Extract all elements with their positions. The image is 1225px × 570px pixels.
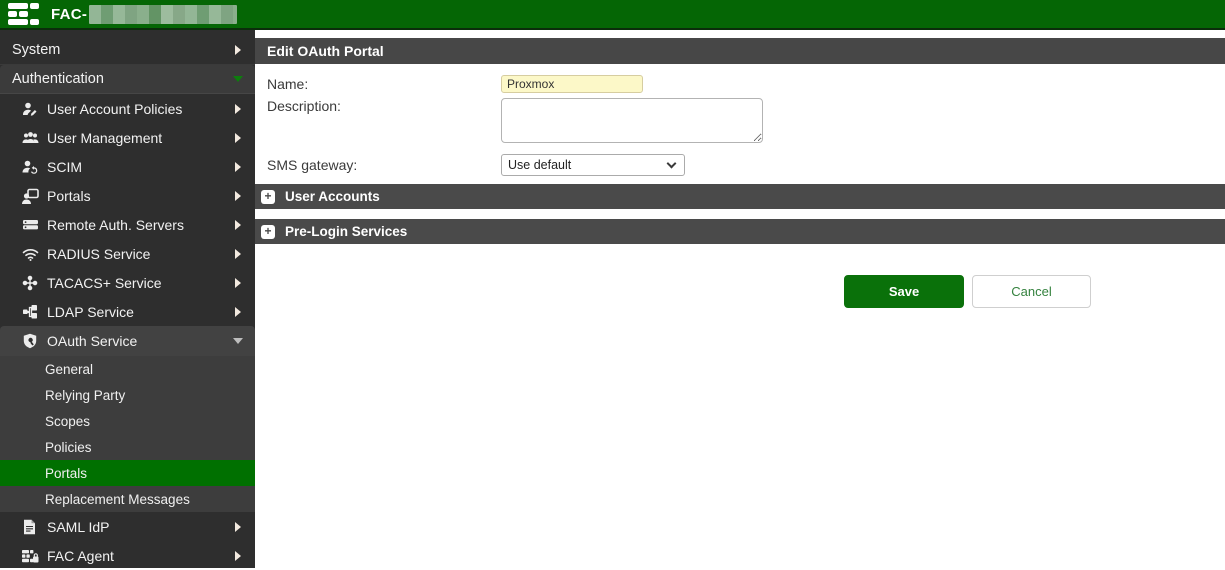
sidebar-item-label: FAC Agent	[47, 548, 114, 564]
servers-icon	[22, 217, 40, 233]
description-label: Description:	[267, 98, 501, 114]
description-textarea[interactable]	[501, 98, 763, 143]
sidebar-item-scim[interactable]: SCIM	[0, 152, 255, 181]
chevron-right-icon	[235, 220, 241, 230]
sidebar-item-oauth-replacement-messages[interactable]: Replacement Messages	[0, 486, 255, 512]
sidebar-item-label: TACACS+ Service	[47, 275, 162, 291]
sidebar-item-label: Portals	[47, 188, 91, 204]
sidebar-item-user-account-policies[interactable]: User Account Policies	[0, 94, 255, 123]
sidebar-item-authentication[interactable]: Authentication	[0, 65, 255, 94]
sidebar-item-fac-agent[interactable]: FAC Agent	[0, 541, 255, 570]
form-actions: Save Cancel	[255, 275, 1225, 308]
oauth-portal-form: Name: Description: SMS gateway: Use defa…	[255, 64, 1225, 176]
chevron-right-icon	[235, 249, 241, 259]
section-pre-login-services[interactable]: + Pre-Login Services	[255, 219, 1225, 244]
expand-plus-icon[interactable]: +	[261, 190, 275, 204]
sms-gateway-select[interactable]: Use default	[501, 154, 685, 176]
chevron-right-icon	[235, 307, 241, 317]
chevron-right-icon	[235, 162, 241, 172]
sidebar-item-label: OAuth Service	[47, 333, 137, 349]
sidebar-item-oauth-relying-party[interactable]: Relying Party	[0, 382, 255, 408]
sidebar-item-label: Remote Auth. Servers	[47, 217, 184, 233]
save-button[interactable]: Save	[844, 275, 964, 308]
sidebar-item-label: SCIM	[47, 159, 82, 175]
device-name-prefix: FAC-	[51, 6, 87, 23]
sidebar-nav: System Authentication User Account Polic…	[0, 30, 255, 568]
chevron-right-icon	[235, 104, 241, 114]
user-sync-icon	[22, 159, 40, 175]
main-content: Edit OAuth Portal Name: Description: SMS…	[255, 30, 1225, 568]
sidebar-item-oauth-scopes[interactable]: Scopes	[0, 408, 255, 434]
sidebar-item-ldap-service[interactable]: LDAP Service	[0, 297, 255, 326]
sidebar-item-oauth-service[interactable]: OAuth Service	[0, 326, 255, 356]
section-label: Pre-Login Services	[285, 224, 407, 239]
sidebar-item-label: User Account Policies	[47, 101, 182, 117]
sidebar-item-label: RADIUS Service	[47, 246, 150, 262]
chevron-right-icon	[235, 522, 241, 532]
cancel-button[interactable]: Cancel	[972, 275, 1091, 308]
oauth-submenu: General Relying Party Scopes Policies Po…	[0, 356, 255, 512]
section-label: User Accounts	[285, 189, 380, 204]
sidebar-item-label: User Management	[47, 130, 162, 146]
sidebar-item-label: LDAP Service	[47, 304, 134, 320]
sms-gateway-label: SMS gateway:	[267, 157, 501, 173]
sidebar-item-oauth-general[interactable]: General	[0, 356, 255, 382]
sidebar-item-label: Policies	[45, 440, 92, 455]
tree-icon	[22, 304, 40, 320]
shield-key-icon	[22, 333, 40, 349]
sidebar-item-label: Portals	[45, 466, 87, 481]
chevron-right-icon	[235, 551, 241, 561]
sidebar-item-system[interactable]: System	[0, 36, 255, 65]
user-edit-icon	[22, 101, 40, 117]
sidebar-item-label: Authentication	[12, 71, 104, 87]
page-title: Edit OAuth Portal	[267, 43, 384, 59]
app-header: FAC-	[0, 0, 1225, 30]
sidebar-item-oauth-portals[interactable]: Portals	[0, 460, 255, 486]
sidebar-item-user-management[interactable]: User Management	[0, 123, 255, 152]
chevron-right-icon	[235, 278, 241, 288]
sidebar-item-radius-service[interactable]: RADIUS Service	[0, 239, 255, 268]
expand-plus-icon[interactable]: +	[261, 225, 275, 239]
sidebar-item-label: SAML IdP	[47, 519, 110, 535]
sidebar-item-tacacs-service[interactable]: TACACS+ Service	[0, 268, 255, 297]
sidebar-item-portals[interactable]: Portals	[0, 181, 255, 210]
sidebar-item-oauth-policies[interactable]: Policies	[0, 434, 255, 460]
sidebar-item-saml-idp[interactable]: SAML IdP	[0, 512, 255, 541]
name-input[interactable]	[501, 75, 643, 93]
chevron-right-icon	[235, 133, 241, 143]
wifi-icon	[22, 246, 40, 262]
sidebar-item-label: System	[12, 42, 60, 58]
redacted-hostname	[89, 5, 237, 24]
document-icon	[22, 519, 40, 535]
sidebar-item-label: Scopes	[45, 414, 90, 429]
chevron-down-icon	[233, 338, 243, 344]
sidebar-item-label: General	[45, 362, 93, 377]
users-icon	[22, 130, 40, 146]
name-label: Name:	[267, 76, 501, 92]
fortinet-logo-icon	[8, 3, 39, 25]
section-user-accounts[interactable]: + User Accounts	[255, 184, 1225, 209]
user-window-icon	[22, 188, 40, 204]
network-icon	[22, 275, 40, 291]
chevron-right-icon	[235, 191, 241, 201]
chevron-right-icon	[235, 45, 241, 55]
chevron-down-icon	[233, 76, 243, 82]
page-title-bar: Edit OAuth Portal	[255, 38, 1225, 64]
sidebar-item-remote-auth-servers[interactable]: Remote Auth. Servers	[0, 210, 255, 239]
sidebar-item-label: Replacement Messages	[45, 492, 190, 507]
fac-agent-icon	[22, 548, 40, 564]
sidebar-item-label: Relying Party	[45, 388, 125, 403]
